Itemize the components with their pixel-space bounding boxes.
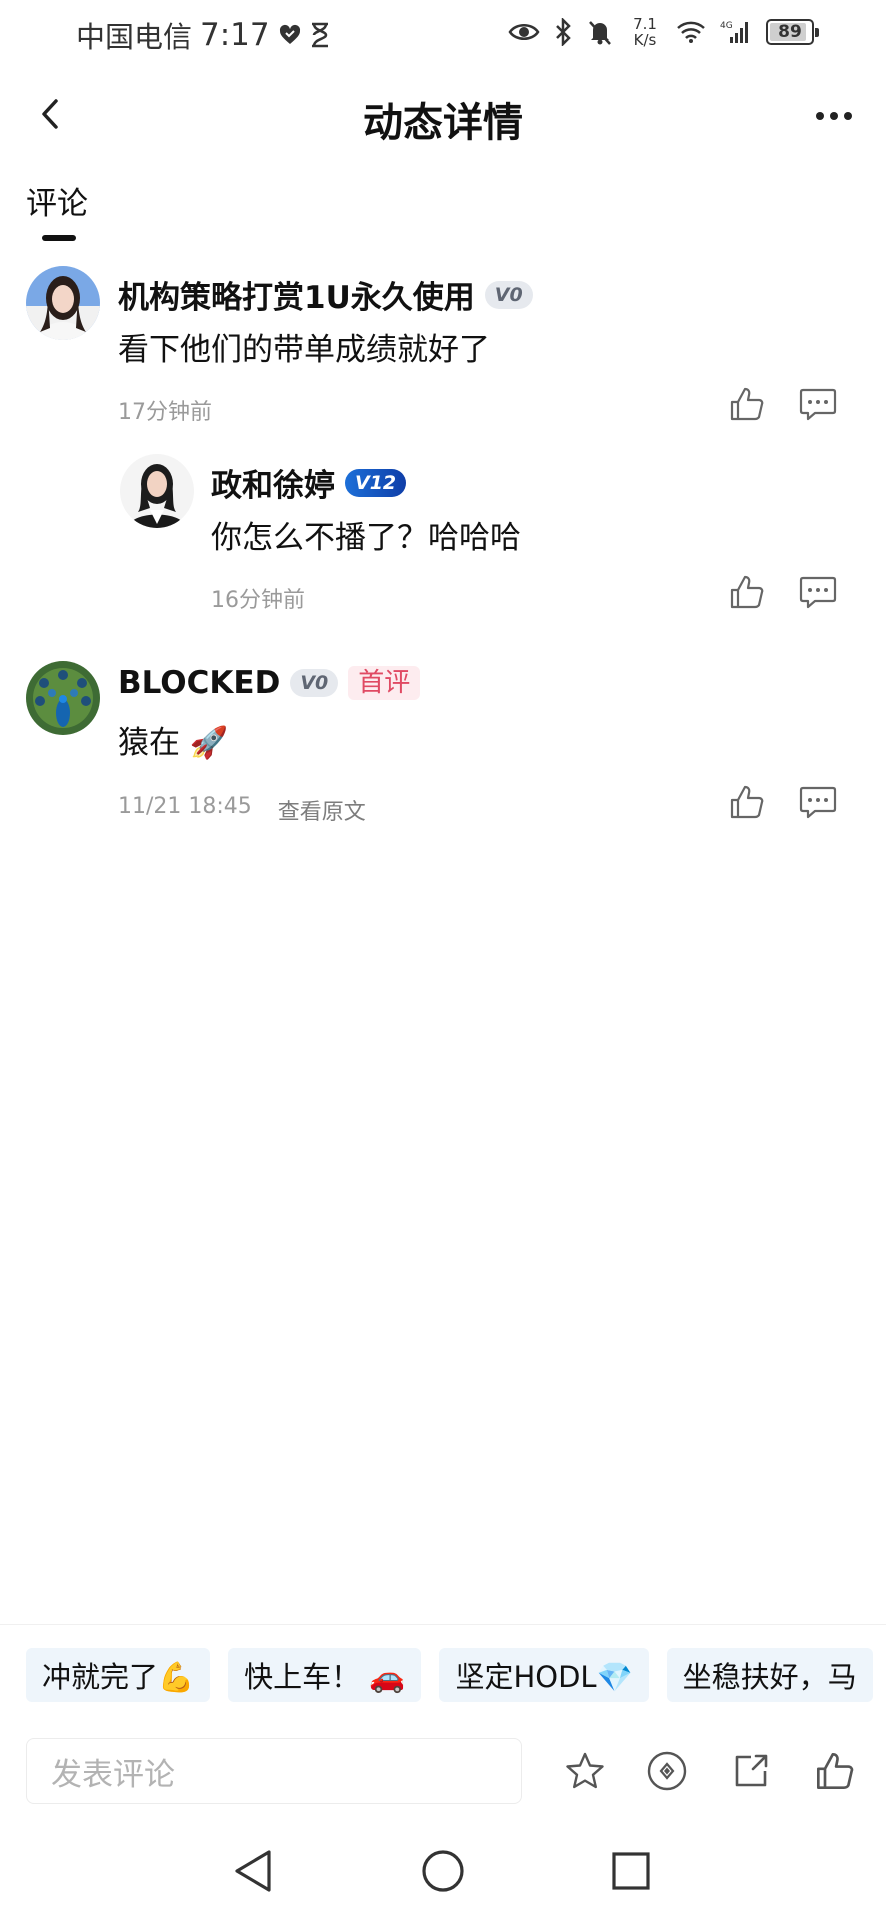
page-title: 动态详情 [363,100,523,146]
star-icon [566,1752,604,1789]
like-button[interactable] [726,383,768,425]
clock-time: 7:17 [200,17,270,53]
first-comment-tag: 首评 [348,666,421,700]
comment-bubble-icon [799,786,837,819]
comment-name-row: 机构策略打赏1U永久使用 V0 [118,272,533,317]
quick-reply-chip[interactable]: 坐稳扶好，马 [666,1648,873,1702]
comment-name-row: BLOCKED V0 首评 [118,665,421,701]
nav-home-button[interactable] [418,1846,468,1896]
comment-text: 猿在 🚀 [118,725,229,761]
avatar[interactable] [26,661,100,735]
like-button[interactable] [726,571,768,613]
thumbs-up-icon [730,387,764,421]
favorite-button[interactable] [562,1748,608,1794]
triangle-back-icon [235,1850,271,1892]
view-original-link[interactable]: 查看原文 [278,794,366,826]
square-recents-icon [612,1852,650,1890]
reply-button[interactable] [797,383,839,425]
nav-back-button[interactable] [228,1846,278,1896]
avatar[interactable] [120,454,194,528]
comment-meta: 11/21 18:45 查看原文 [118,794,366,826]
more-dot-icon [816,112,824,120]
comment-name-row: 政和徐婷 V12 [211,460,407,505]
quick-replies: 冲就完了💪 快上车！ 🚗 坚定HODL💎 坐稳扶好，马 [26,1648,873,1702]
bluetooth-icon [556,18,571,46]
level-badge: V0 [290,669,339,697]
quick-reply-chip[interactable]: 快上车！ 🚗 [228,1648,422,1702]
comment-username[interactable]: 政和徐婷 [211,460,335,505]
comment-time: 16分钟前 [211,588,305,613]
status-bar: 中国电信 7:17 7.1 K/s 4G 89 [0,0,886,68]
comment-time: 11/21 18:45 [118,794,252,819]
eye-icon [508,24,540,40]
level-badge: V0 [484,280,533,309]
avatar[interactable] [26,266,100,340]
comment-input[interactable]: 发表评论 [26,1738,522,1804]
nav-recents-button[interactable] [606,1846,656,1896]
network-speed-unit: K/s [633,31,657,49]
share-icon [735,1754,768,1787]
quick-reply-chip[interactable]: 冲就完了💪 [26,1648,211,1702]
network-speed: 7.1 K/s [628,16,662,48]
tab-comments[interactable]: 评论 [26,178,88,223]
comment-username[interactable]: BLOCKED [118,665,280,701]
battery-indicator: 89 [766,19,819,45]
heart-shield-icon [279,24,300,44]
reply-button[interactable] [797,571,839,613]
wifi-icon [677,21,705,43]
like-post-button[interactable] [812,1748,858,1794]
carrier-label: 中国电信 [76,20,193,54]
tab-active-indicator [42,235,76,241]
comment-username[interactable]: 机构策略打赏1U永久使用 [118,272,475,317]
status-right: 7.1 K/s 4G 89 [508,16,819,48]
like-button[interactable] [726,781,768,823]
thumbs-up-icon [730,575,764,609]
hourglass-icon [311,22,328,48]
network-speed-value: 7.1 [633,15,657,33]
reply-button[interactable] [797,781,839,823]
woman-portrait-avatar-icon [26,266,100,340]
coin-icon [647,1751,687,1791]
signal-4g-icon: 4G [720,21,748,43]
woman-suit-avatar-icon [120,454,194,528]
tip-button[interactable] [644,1748,690,1794]
battery-level: 89 [778,22,802,42]
comment-bubble-icon [799,576,837,609]
circle-home-icon [422,1850,464,1892]
mute-bell-icon [589,21,611,45]
peacock-avatar-icon [26,661,100,735]
more-dot-icon [844,112,852,120]
svg-text:4G: 4G [720,21,733,31]
page-header: 动态详情 [0,72,886,158]
share-button[interactable] [728,1748,774,1794]
thumbs-up-icon [730,785,764,819]
quick-reply-chip[interactable]: 坚定HODL💎 [439,1648,649,1702]
comment-text: 看下他们的带单成绩就好了 [118,332,490,368]
comment-bubble-icon [799,388,837,421]
level-badge: V12 [345,468,407,497]
more-dot-icon [830,112,838,120]
divider [0,1624,886,1625]
thumbs-up-icon [817,1753,854,1789]
comment-text: 你怎么不播了？哈哈哈 [211,520,521,556]
comment-meta: 16分钟前 [211,582,305,614]
comment-time: 17分钟前 [118,400,212,425]
comment-meta: 17分钟前 [118,394,212,426]
more-options-button[interactable] [808,96,860,136]
status-left: 中国电信 7:17 [76,14,330,56]
